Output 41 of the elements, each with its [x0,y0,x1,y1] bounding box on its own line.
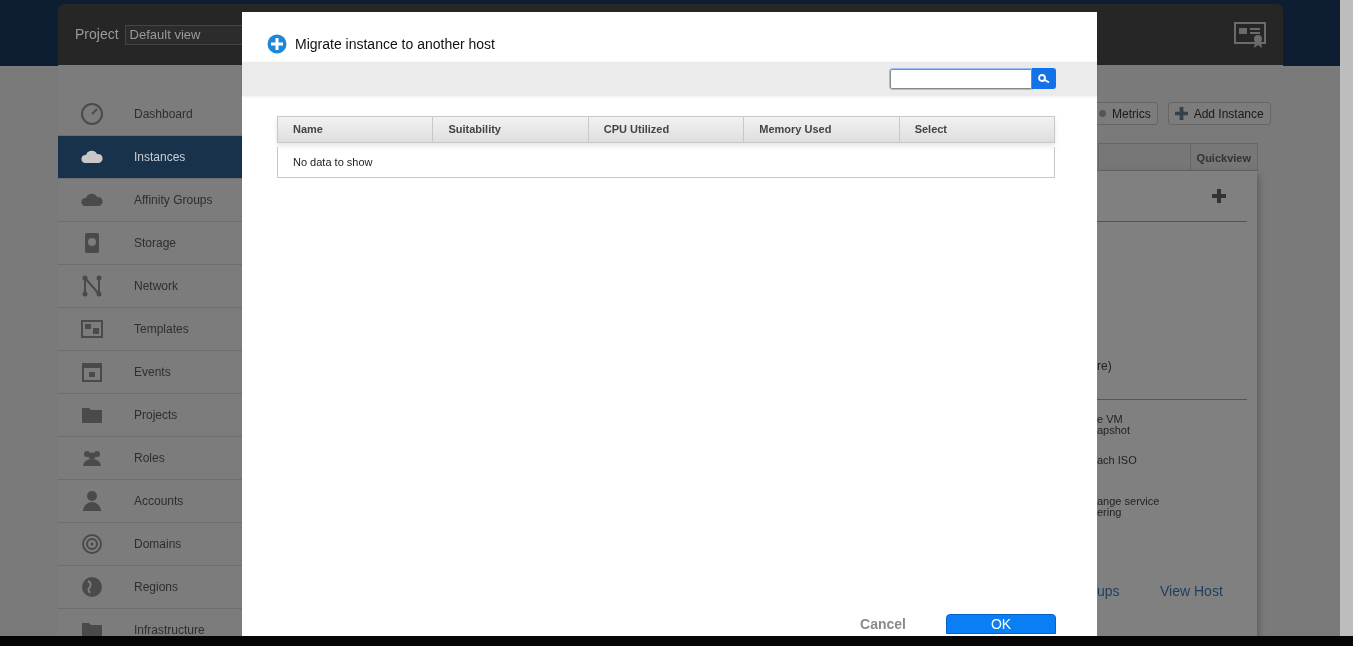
project-label: Project [75,25,119,44]
dot-icon [1099,110,1106,117]
panel-link[interactable]: ups [1097,581,1120,602]
panel-link[interactable]: View Host [1160,581,1223,602]
panel-text: re) [1097,361,1112,372]
person-icon [80,489,104,513]
panel-text: ange service ering [1097,496,1160,518]
globe-icon [80,575,104,599]
calendar-icon [80,360,104,384]
sidebar-item[interactable]: Events [58,351,242,394]
column-header: Name [292,122,324,138]
search-field[interactable] [890,68,1032,89]
column-header: Suitability [432,117,588,142]
certificate-icon[interactable] [1234,21,1266,48]
template-icon [80,317,104,341]
sidebar-item[interactable]: Instances [58,136,242,179]
sidebar-item[interactable]: Templates [58,308,242,351]
add-instance-button[interactable]: Add Instance [1167,102,1271,125]
cancel-button[interactable]: Cancel [860,614,906,634]
network-icon [80,274,104,298]
sidebar-item[interactable]: Regions [58,566,242,609]
ok-button[interactable]: OK [946,614,1056,634]
column-header: Memory Used [743,117,899,142]
sidebar-item[interactable]: Storage [58,222,242,265]
gauge-icon [80,102,104,126]
plus-icon [1174,107,1188,120]
sidebar-item[interactable]: Projects [58,394,242,437]
sidebar-item[interactable]: Accounts [58,480,242,523]
column-header: Quickview [1189,144,1257,170]
panel-text: e VM apshot [1097,414,1131,436]
plus-icon[interactable] [1212,189,1226,203]
scrollbar[interactable] [1340,0,1353,636]
panel-text: ach ISO [1097,455,1137,466]
column-header: Select [898,117,1055,142]
dialog-title: Migrate instance to another host [295,34,495,54]
search-button[interactable] [1032,68,1056,89]
column-header: CPU Utilized [587,117,744,142]
target-icon [80,532,104,556]
plus-circle-icon [267,34,287,54]
search-icon [1038,73,1050,84]
empty-message: No data to show [293,154,373,170]
